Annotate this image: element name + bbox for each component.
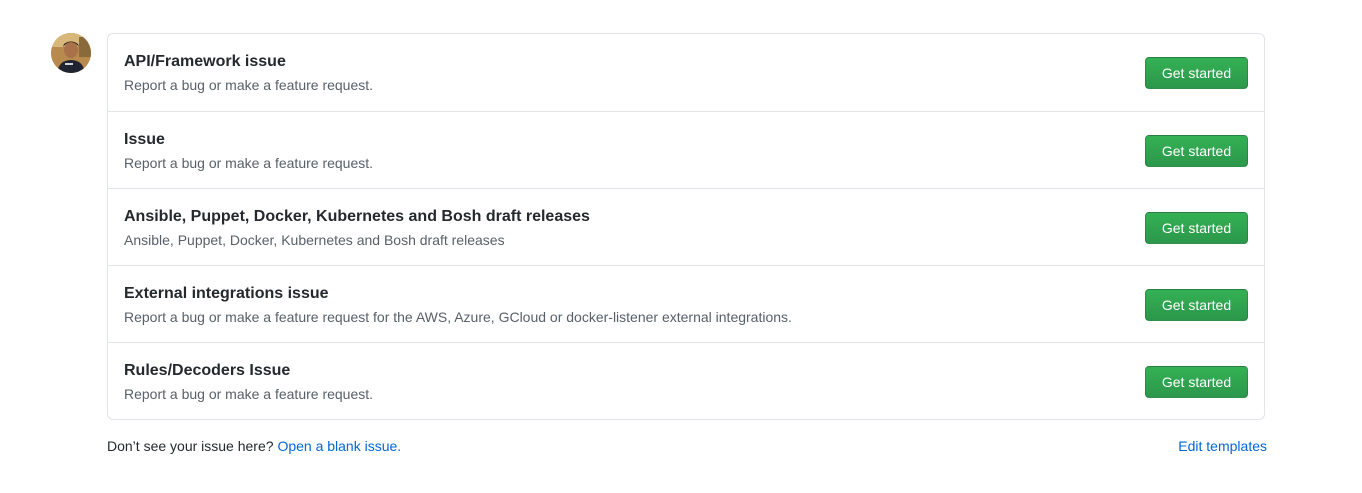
edit-templates-container: Edit templates <box>1178 438 1267 454</box>
edit-templates-link[interactable]: Edit templates <box>1178 438 1267 454</box>
open-blank-issue-link[interactable]: Open a blank issue. <box>277 438 401 454</box>
user-avatar[interactable] <box>51 33 91 73</box>
template-description: Report a bug or make a feature request. <box>124 155 374 171</box>
template-row-rules-decoders: Rules/Decoders Issue Report a bug or mak… <box>108 342 1264 419</box>
template-description: Report a bug or make a feature request. <box>124 77 374 93</box>
template-title: API/Framework issue <box>124 53 286 70</box>
template-row-draft-releases: Ansible, Puppet, Docker, Kubernetes and … <box>108 188 1264 265</box>
template-description: Report a bug or make a feature request f… <box>124 309 792 325</box>
get-started-button[interactable]: Get started <box>1145 135 1248 167</box>
template-row-external-integrations: External integrations issue Report a bug… <box>108 265 1264 342</box>
get-started-button[interactable]: Get started <box>1145 289 1248 321</box>
template-description: Report a bug or make a feature request. <box>124 386 374 402</box>
get-started-button[interactable]: Get started <box>1145 212 1248 244</box>
prompt-text: Don’t see your issue here? <box>107 438 274 454</box>
get-started-button[interactable]: Get started <box>1145 366 1248 398</box>
avatar-image <box>51 33 91 73</box>
template-row-api-framework: API/Framework issue Report a bug or make… <box>108 34 1264 111</box>
template-title: Rules/Decoders Issue <box>124 362 291 379</box>
template-list: API/Framework issue Report a bug or make… <box>107 33 1265 420</box>
issue-template-chooser: API/Framework issue Report a bug or make… <box>0 0 1362 493</box>
template-description: Ansible, Puppet, Docker, Kubernetes and … <box>124 232 505 248</box>
template-row-issue: Issue Report a bug or make a feature req… <box>108 111 1264 188</box>
template-title: Issue <box>124 131 165 148</box>
template-title: External integrations issue <box>124 285 329 302</box>
blank-issue-prompt: Don’t see your issue here? Open a blank … <box>107 438 401 454</box>
template-title: Ansible, Puppet, Docker, Kubernetes and … <box>124 208 590 225</box>
get-started-button[interactable]: Get started <box>1145 57 1248 89</box>
